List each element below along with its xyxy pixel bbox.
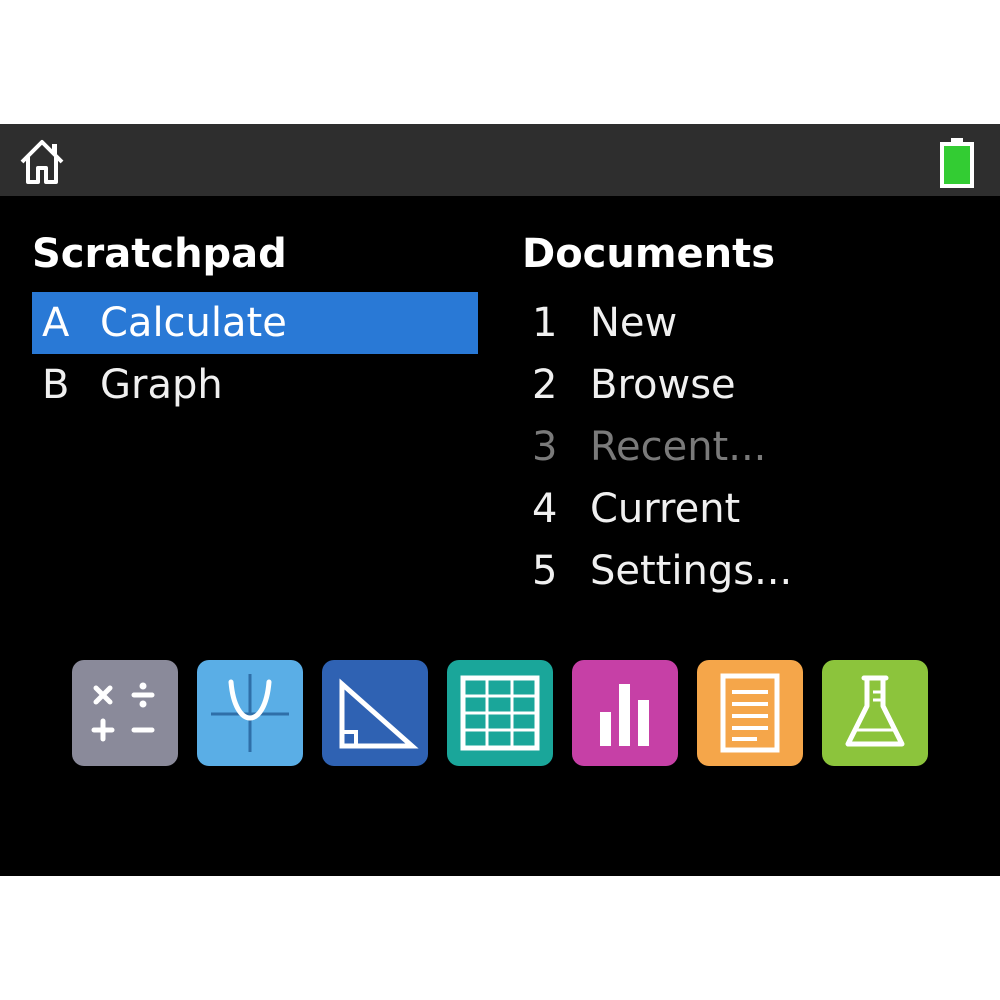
graphs-app-button[interactable] <box>197 660 303 766</box>
battery-icon <box>940 138 974 188</box>
menu-label: Calculate <box>100 300 287 346</box>
app-icon-bar <box>72 660 932 768</box>
geometry-app-button[interactable] <box>322 660 428 766</box>
notes-app-button[interactable] <box>697 660 803 766</box>
geometry-icon <box>322 660 428 766</box>
vernier-dataquest-icon <box>822 660 928 766</box>
lists-spreadsheet-icon <box>447 660 553 766</box>
scratchpad-heading: Scratchpad <box>32 231 287 277</box>
home-icon[interactable] <box>16 136 68 188</box>
calculator-icon <box>72 660 178 766</box>
scratchpad-section: Scratchpad A Calculate B Graph <box>32 226 478 416</box>
menu-key: 3 <box>532 424 558 470</box>
vernier-dataquest-app-button[interactable] <box>822 660 928 766</box>
lists-spreadsheet-app-button[interactable] <box>447 660 553 766</box>
menu-item-settings[interactable]: 5 Settings... <box>522 540 968 602</box>
menu-item-new[interactable]: 1 New <box>522 292 968 354</box>
data-statistics-icon <box>572 660 678 766</box>
menu-label: Settings... <box>590 548 793 594</box>
menu-key: B <box>42 362 70 408</box>
menu-key: 4 <box>532 486 558 532</box>
menu-label: Graph <box>100 362 223 408</box>
menu-label: New <box>590 300 678 346</box>
calculator-home-screen: Scratchpad A Calculate B Graph Documents 1… <box>0 124 1000 876</box>
menu-key: 2 <box>532 362 558 408</box>
menu-label: Browse <box>590 362 736 408</box>
menu-key: 1 <box>532 300 558 346</box>
documents-section: Documents 1 New 2 Browse 3 Recent... 4 Curre… <box>522 226 968 602</box>
top-bar <box>0 124 1000 196</box>
notes-icon <box>697 660 803 766</box>
menu-key: 5 <box>532 548 558 594</box>
menu-label: Current <box>590 486 741 532</box>
menu-item-recent: 3 Recent... <box>522 416 968 478</box>
menu-item-calculate[interactable]: A Calculate <box>32 292 478 354</box>
menu-item-current[interactable]: 4 Current <box>522 478 968 540</box>
data-statistics-app-button[interactable] <box>572 660 678 766</box>
menu-label: Recent... <box>590 424 767 470</box>
menu-item-graph[interactable]: B Graph <box>32 354 478 416</box>
menu-key: A <box>42 300 70 346</box>
graphs-icon <box>197 660 303 766</box>
calculator-app-button[interactable] <box>72 660 178 766</box>
menu-item-browse[interactable]: 2 Browse <box>522 354 968 416</box>
documents-heading: Documents <box>522 231 776 277</box>
